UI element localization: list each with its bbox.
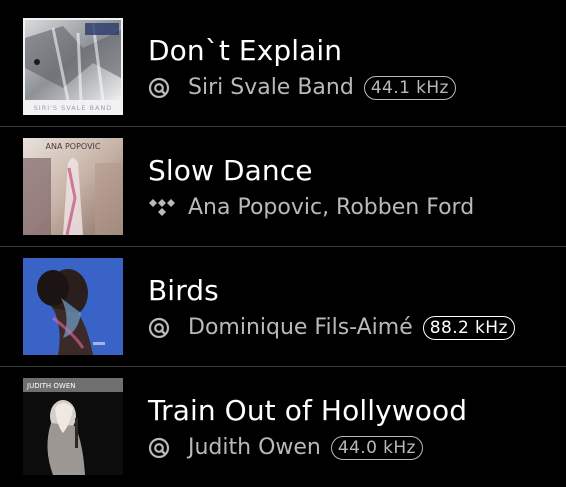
track-subline: Siri Svale Band 44.1 kHz	[148, 73, 456, 103]
track-title: Don`t Explain	[148, 34, 343, 67]
album-art-text: ANA POPOVIC	[46, 142, 101, 151]
quality-badge: 44.1 kHz	[363, 76, 456, 100]
album-art: JUDITH OWEN	[23, 378, 123, 475]
track-artist: Dominique Fils-Aimé	[188, 315, 413, 340]
track-row[interactable]: JUDITH OWEN Train Out of Hollywood Judit…	[0, 360, 566, 480]
track-title: Train Out of Hollywood	[148, 394, 468, 427]
track-subline: Ana Popovic, Robben Ford	[148, 193, 474, 223]
track-artist: Ana Popovic, Robben Ford	[188, 195, 475, 220]
qobuz-icon	[148, 436, 176, 460]
track-artist: Judith Owen	[188, 435, 321, 460]
album-art-text: SIRI'S SVALE BAND	[34, 104, 113, 112]
track-artist: Siri Svale Band	[188, 75, 354, 100]
tidal-icon	[148, 196, 176, 220]
track-row[interactable]: SIRI'S SVALE BAND Don`t Explain Siri Sva…	[0, 0, 566, 127]
track-subline: Judith Owen 44.0 kHz	[148, 433, 423, 463]
track-subline: Dominique Fils-Aimé 88.2 kHz	[148, 313, 515, 343]
album-art	[23, 258, 123, 355]
track-list: SIRI'S SVALE BAND Don`t Explain Siri Sva…	[0, 0, 566, 487]
album-art: ANA POPOVIC	[23, 138, 123, 235]
track-title: Birds	[148, 274, 219, 307]
quality-badge: 44.0 kHz	[330, 436, 423, 460]
album-art: SIRI'S SVALE BAND	[23, 18, 123, 115]
track-title: Slow Dance	[148, 154, 313, 187]
album-art-text: JUDITH OWEN	[26, 382, 76, 390]
quality-badge: 88.2 kHz	[422, 316, 515, 340]
track-row[interactable]: Birds Dominique Fils-Aimé 88.2 kHz	[0, 240, 566, 367]
track-row[interactable]: ANA POPOVIC Slow Dance Ana Popovic, Robb…	[0, 120, 566, 247]
qobuz-icon	[148, 76, 176, 100]
qobuz-icon	[148, 316, 176, 340]
